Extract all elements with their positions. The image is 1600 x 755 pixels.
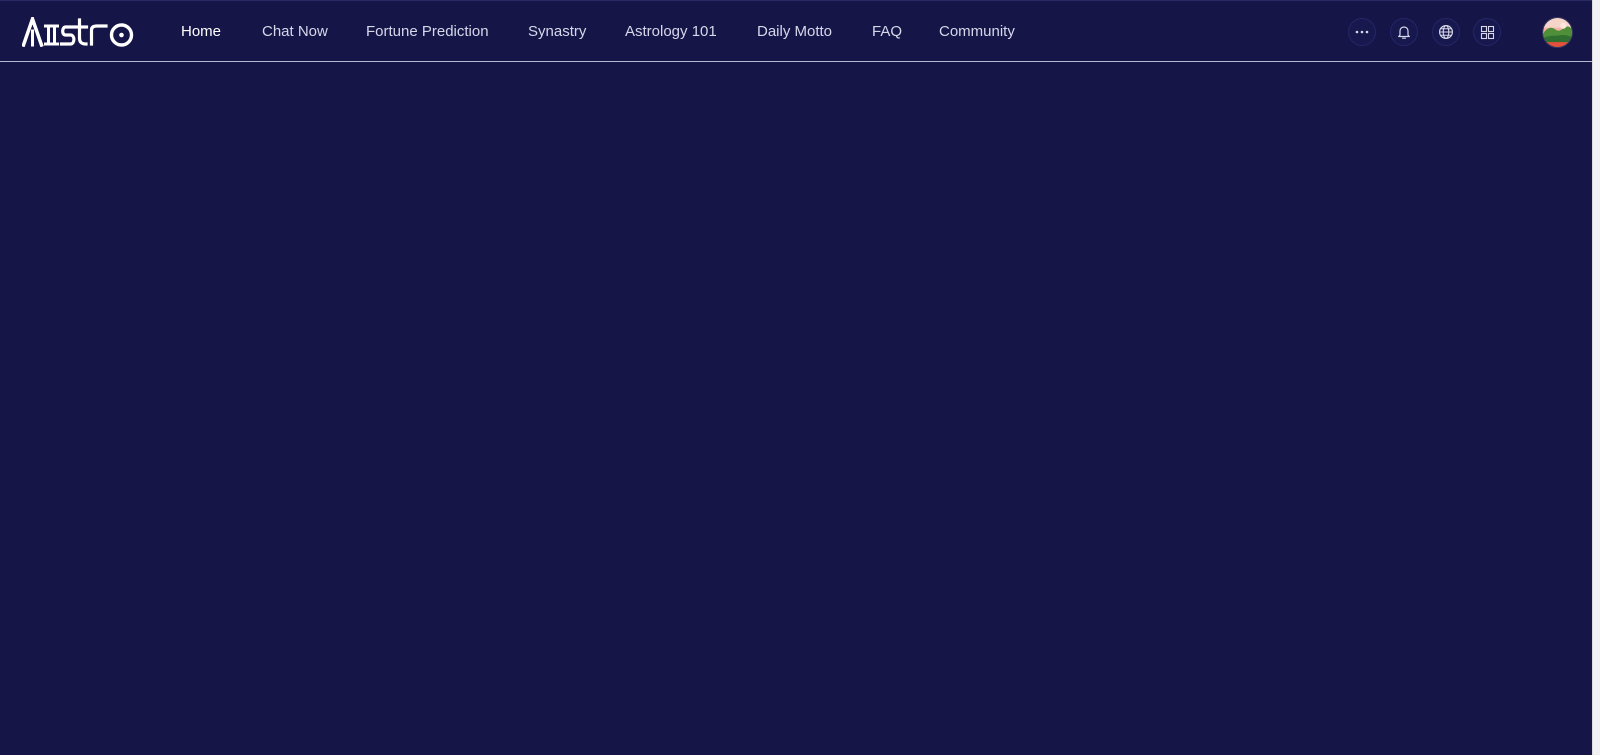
nav-chat-now[interactable]: Chat Now — [262, 21, 328, 43]
avatar-image — [1543, 18, 1572, 47]
user-avatar[interactable] — [1543, 18, 1572, 47]
notifications-button[interactable] — [1390, 18, 1418, 46]
bell-icon — [1398, 26, 1410, 39]
top-navigation-bar: Astro — [0, 1, 1592, 62]
nav-synastry[interactable]: Synastry — [528, 21, 586, 43]
nav-fortune-prediction[interactable]: Fortune Prediction — [366, 21, 489, 43]
nav-astrology-101[interactable]: Astrology 101 — [625, 21, 717, 43]
nav-faq[interactable]: FAQ — [872, 21, 902, 43]
nav-home[interactable]: Home — [181, 21, 221, 43]
more-button[interactable] — [1348, 18, 1376, 46]
apps-button[interactable] — [1473, 18, 1501, 46]
astro-logo-icon — [22, 17, 134, 47]
grid-icon — [1480, 25, 1494, 39]
browser-viewport: Astro — [0, 0, 1600, 755]
page-scrollbar[interactable] — [1592, 0, 1600, 755]
more-icon — [1355, 30, 1369, 34]
nav-daily-motto[interactable]: Daily Motto — [757, 21, 832, 43]
language-button[interactable] — [1432, 18, 1460, 46]
page-background: Astro — [0, 0, 1592, 755]
globe-icon — [1438, 24, 1454, 40]
nav-community[interactable]: Community — [939, 21, 1015, 43]
astro-logo[interactable]: Astro — [22, 17, 138, 47]
